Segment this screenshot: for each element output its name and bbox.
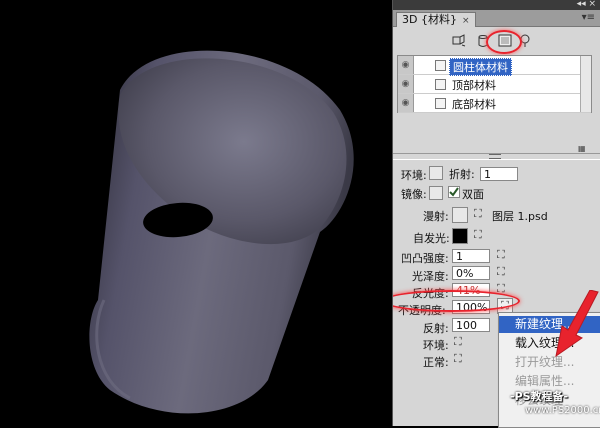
self-illum-swatch[interactable] <box>452 228 468 244</box>
double-sided-label: 双面 <box>462 188 484 201</box>
texture-menu-icon[interactable]: ⛶ <box>454 352 462 366</box>
watermark-title: -PS教程备- <box>510 390 569 403</box>
list-item[interactable]: ◉ 顶部材料 <box>398 75 591 94</box>
list-item[interactable]: ◉ 圆柱体材料 <box>398 56 591 76</box>
red-arrow-annotation <box>555 290 599 358</box>
env-label: 环境: <box>401 169 427 182</box>
texture-menu-icon[interactable]: ⛶ <box>497 265 505 279</box>
resize-grip[interactable] <box>489 154 501 159</box>
normal-label: 正常: <box>423 356 449 369</box>
texture-menu-icon[interactable]: ⛶ <box>497 248 505 262</box>
material-swatch <box>435 98 446 109</box>
tab-label: 3D {材料} <box>402 13 457 26</box>
bump-label: 凹凸强度: <box>401 252 449 265</box>
material-swatch <box>435 60 446 71</box>
reflect-label: 反射: <box>423 322 449 335</box>
tab-3d-materials[interactable]: 3D {材料} × <box>396 12 476 27</box>
panel-titlebar: ◂◂ × <box>393 0 600 10</box>
window-controls[interactable]: ◂◂ × <box>577 0 596 9</box>
visibility-eye-icon[interactable]: ◉ <box>398 56 414 74</box>
visibility-eye-icon[interactable]: ◉ <box>398 75 414 93</box>
diffuse-texture-name: 图层 1.psd <box>492 210 548 223</box>
panel-tab-row: 3D {材料} × ▾≡ <box>393 10 600 27</box>
texture-menu-icon[interactable]: ⛶ <box>454 335 462 349</box>
material-label: 顶部材料 <box>452 79 496 92</box>
self-illum-label: 自发光: <box>413 232 450 245</box>
3d-viewport[interactable] <box>0 0 392 426</box>
bump-field[interactable]: 1 <box>452 249 490 263</box>
watermark-url: www.PS2000.cn <box>525 405 600 416</box>
panel-toolbar <box>393 27 600 55</box>
gloss-field[interactable]: 0% <box>452 266 490 280</box>
gloss-label: 光泽度: <box>412 270 449 283</box>
diffuse-swatch[interactable] <box>452 207 468 223</box>
illum-swatch[interactable] <box>429 186 443 200</box>
material-swatch <box>435 79 446 90</box>
tab-close-icon[interactable]: × <box>462 16 470 26</box>
reflect-field[interactable]: 100 <box>452 318 490 332</box>
texture-menu-icon[interactable]: ⛶ <box>474 207 482 221</box>
material-label: 圆柱体材料 <box>449 58 512 76</box>
highlight-ring-toolbar <box>486 30 522 54</box>
scene-icon[interactable] <box>451 34 466 48</box>
materials-list: ◉ 圆柱体材料 ◉ 顶部材料 ◉ 底部材料 <box>397 55 592 113</box>
panel-options-icon[interactable]: ▦ <box>578 144 586 153</box>
texture-menu-icon[interactable]: ⛶ <box>474 228 482 242</box>
visibility-eye-icon[interactable]: ◉ <box>398 94 414 112</box>
env-swatch[interactable] <box>429 166 443 180</box>
double-sided-checkbox[interactable] <box>448 186 460 198</box>
3d-cylinder <box>89 50 354 414</box>
list-scrollbar[interactable] <box>580 56 591 112</box>
illum-label: 镜像: <box>401 188 427 201</box>
environment-label: 环境: <box>423 339 449 352</box>
panel-menu-icon[interactable]: ▾≡ <box>582 12 595 23</box>
refraction-field[interactable]: 1 <box>480 167 518 181</box>
refraction-label: 折射: <box>449 168 475 181</box>
material-label: 底部材料 <box>452 98 496 111</box>
list-item[interactable]: ◉ 底部材料 <box>398 94 591 113</box>
diffuse-label: 漫射: <box>423 210 449 223</box>
